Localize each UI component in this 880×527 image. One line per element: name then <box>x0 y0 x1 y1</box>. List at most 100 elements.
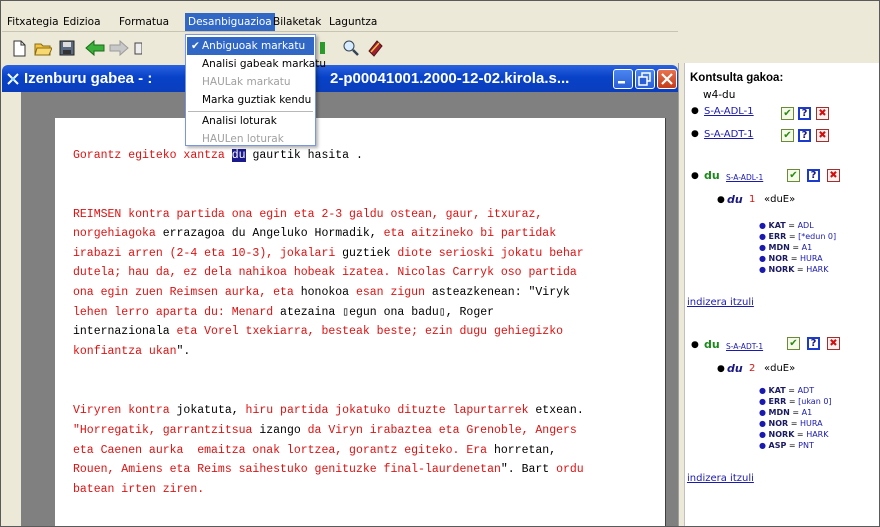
menu-laguntza[interactable]: Laguntza <box>326 14 380 30</box>
new-document-icon[interactable] <box>10 39 28 57</box>
text-span: "Horregatik, garrantzitsua <box>73 423 260 437</box>
text-span: ordu <box>556 463 584 477</box>
back-to-index-link[interactable]: indizera itzuli <box>687 473 754 484</box>
text-span: gaurtik hasita . <box>245 149 363 162</box>
feature-key: MDN <box>768 243 790 252</box>
open-folder-icon[interactable] <box>34 39 52 57</box>
bullet: ● <box>691 106 699 116</box>
menu-item-label: Anbiguoak markatu <box>202 40 306 52</box>
text-span: Rouen, Amiens eta Reims saihestuko genit… <box>73 463 501 477</box>
bullet: ● <box>691 171 699 181</box>
restore-icon <box>638 72 651 86</box>
menu-item-haulak-markatu[interactable]: HAULak markatu <box>187 73 314 91</box>
text-line: lehen lerro aparta du: Menard atezaina ▯… <box>73 303 658 323</box>
feature-value: A1 <box>801 243 813 252</box>
text-line: "Horregatik, garrantzitsua izango da Vir… <box>73 421 658 441</box>
analysis-link[interactable]: S-A-ADT-1 <box>726 342 763 351</box>
feature-row: ● NOR = HURA <box>759 254 823 263</box>
text-span: lehen lerro aparta du: Menard <box>73 305 281 319</box>
text-span: eta aitzineko bi partidak <box>383 227 557 241</box>
text-line: Gorantz egiteko xantza du gaurtik hasita… <box>73 146 658 166</box>
feature-value: A1 <box>801 408 813 417</box>
forward-arrow-icon[interactable] <box>108 39 130 57</box>
application-window: Fitxategia Edizioa Formatua Desanbiguazi… <box>0 0 880 527</box>
text-span: hiru partida jokatuko dituzte lapurtarre… <box>245 404 536 418</box>
feature-key: ERR <box>768 232 787 241</box>
document-page[interactable]: Gorantz egiteko xantza du gaurtik hasita… <box>55 118 666 526</box>
text-span: norgehiagoka <box>73 227 163 241</box>
menu-formatua[interactable]: Formatua <box>116 14 172 30</box>
text-line: konfiantza ukan". <box>73 342 658 362</box>
reading-number: 2 <box>749 363 756 374</box>
text-span: etxean. <box>535 404 584 418</box>
lemma: du <box>704 338 720 351</box>
close-icon <box>661 73 673 85</box>
feature-value: HARK <box>806 430 829 439</box>
bullet: ● <box>691 129 699 139</box>
menu-desanbiguazioa[interactable]: Desanbiguazioa <box>185 13 275 31</box>
menu-item-marka-guztiak-kendu[interactable]: Marka guztiak kendu <box>187 91 314 109</box>
text-line: batean irten ziren. <box>73 480 658 500</box>
document-text[interactable]: Gorantz egiteko xantza du gaurtik hasita… <box>73 146 658 499</box>
book-icon[interactable] <box>366 39 384 57</box>
feature-value: PNT <box>798 441 814 450</box>
delete-button[interactable]: ✖ <box>816 107 829 120</box>
document-title-bar[interactable]: Izenburu gabea - : 2-p00041001.2000-12-0… <box>2 65 678 92</box>
text-line: internazionala eta Vorel txekiarra, best… <box>73 322 658 342</box>
menu-fitxategia[interactable]: Fitxategia <box>4 14 62 30</box>
reading-number: 1 <box>749 194 756 205</box>
minimize-button[interactable] <box>613 69 633 89</box>
feature-value: HARK <box>806 265 829 274</box>
text-span: internazionala <box>73 325 177 339</box>
minimize-icon <box>618 81 625 84</box>
text-span: batean irten ziren. <box>73 482 205 496</box>
feature-row: ● NORK = HARK <box>759 265 829 274</box>
search-icon[interactable] <box>342 39 360 57</box>
help-button[interactable]: ? <box>798 129 811 142</box>
check-button[interactable]: ✔ <box>781 107 794 120</box>
analysis-link[interactable]: S-A-ADL-1 <box>726 173 763 182</box>
form: du <box>727 193 743 206</box>
help-button[interactable]: ? <box>807 169 820 182</box>
save-icon[interactable] <box>58 39 76 57</box>
help-button[interactable]: ? <box>807 337 820 350</box>
text-span: atezaina ▯egun ona badu▯, Roger <box>280 305 495 319</box>
menu-item-analisi-loturak[interactable]: Analisi loturak <box>187 112 314 130</box>
highlighted-word[interactable]: du <box>231 149 246 162</box>
text-span: ona egin zuen Reimsen aurka, eta <box>73 285 301 299</box>
check-button[interactable]: ✔ <box>787 337 800 350</box>
text-span: eta Caenen aurka emaitza onak lortzea, g… <box>73 443 494 457</box>
feature-row: ● KAT = ADL <box>759 221 814 230</box>
delete-button[interactable]: ✖ <box>827 169 840 182</box>
back-to-index-link[interactable]: indizera itzuli <box>687 297 754 308</box>
text-line: Viryren kontra jokatuta, hiru partida jo… <box>73 401 658 421</box>
left-border <box>2 92 21 526</box>
check-button[interactable]: ✔ <box>781 129 794 142</box>
partial-toolbar-icon[interactable] <box>134 39 142 57</box>
delete-button[interactable]: ✖ <box>827 337 840 350</box>
delete-button[interactable]: ✖ <box>816 129 829 142</box>
menu-bilaketak[interactable]: Bilaketak <box>270 14 324 30</box>
feature-value: [ukan 0] <box>798 397 832 406</box>
back-arrow-icon[interactable] <box>84 39 106 57</box>
form: du <box>727 362 743 375</box>
text-span: REIMSEN kontra partida ona egin eta 2-3 … <box>73 207 543 221</box>
bullet: ● <box>717 364 725 374</box>
restore-button[interactable] <box>635 69 655 89</box>
close-window-button[interactable] <box>657 69 677 89</box>
text-span: Hormadik, <box>307 227 384 241</box>
text-span: ". <box>176 344 191 358</box>
menu-edizioa[interactable]: Edizioa <box>60 14 104 30</box>
menu-item-analisi-gabeak-markatu[interactable]: Analisi gabeak markatu <box>187 55 326 73</box>
menu-item-anbiguoak-markatu[interactable]: ✔ Anbiguoak markatu <box>187 37 314 55</box>
feature-row: ● NOR = HURA <box>759 419 823 428</box>
help-button[interactable]: ? <box>798 107 811 120</box>
feature-row: ● KAT = ADT <box>759 386 815 395</box>
menu-item-haulen-loturak[interactable]: HAULen loturak <box>187 130 314 148</box>
window-app-icon[interactable] <box>6 72 20 86</box>
text-span: da Viryn irabaztea eta Grenoble, Angers <box>307 423 577 437</box>
analysis-link-adt[interactable]: S-A-ADT-1 <box>704 129 753 140</box>
text-line: norgehiagoka errazagoa du Angeluko Horma… <box>73 224 658 244</box>
analysis-link-adl[interactable]: S-A-ADL-1 <box>704 106 754 117</box>
check-button[interactable]: ✔ <box>787 169 800 182</box>
